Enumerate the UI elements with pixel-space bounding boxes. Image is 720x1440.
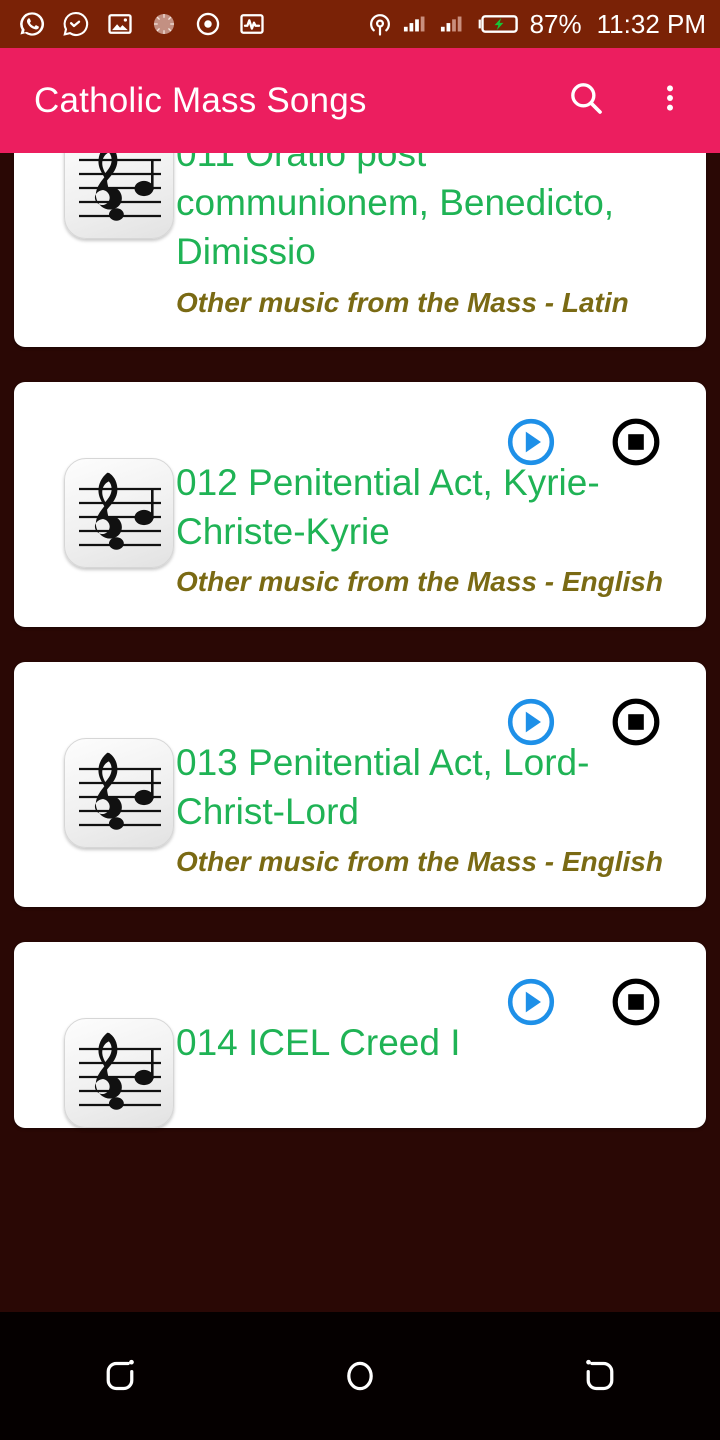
song-subtitle: Other music from the Mass - Latin [176,286,629,318]
status-bar-system-icons: 87% 11:32 PM [366,9,706,40]
recents-button[interactable] [555,1341,645,1411]
page-title: Catholic Mass Songs [34,80,367,120]
list-item[interactable]: 014 ICEL Creed I [14,941,706,1128]
list-item[interactable]: 012 Penitential Act, Kyrie-Christe-Kyrie… [14,382,706,627]
play-button[interactable] [505,696,557,748]
back-icon [97,1351,143,1401]
phone-screen: 87% 11:32 PM Catholic Mass Songs 011 Ora… [0,0,720,1440]
list-item[interactable]: 013 Penitential Act, Lord-Christ-Lord Ot… [14,661,706,907]
song-subtitle: Other music from the Mass - English [176,566,663,598]
status-bar-notification-icons [18,10,266,38]
song-list[interactable]: 011 Oratio post communionem, Benedicto, … [0,153,720,1225]
hotspot-icon [366,10,394,38]
sun-icon [150,10,178,38]
messenger-icon [62,10,90,38]
overflow-menu-button[interactable] [642,73,698,129]
image-icon [106,10,134,38]
playback-controls [505,976,662,1028]
signal-sim1-icon [403,10,431,38]
status-bar-clock: 11:32 PM [596,8,706,39]
status-bar: 87% 11:32 PM [0,0,720,48]
list-item[interactable]: 011 Oratio post communionem, Benedicto, … [14,153,706,347]
playback-controls [505,416,662,468]
music-note-icon [64,458,174,568]
back-button[interactable] [75,1341,165,1411]
home-button[interactable] [315,1341,405,1411]
stop-button[interactable] [610,696,662,748]
record-icon [194,10,222,38]
music-note-icon [64,1017,174,1128]
song-subtitle: Other music from the Mass - English [176,846,663,878]
home-icon [337,1351,383,1401]
android-navigation-bar [0,1312,720,1440]
signal-sim2-icon [440,10,468,38]
music-note-icon [64,153,174,239]
play-button[interactable] [505,416,557,468]
battery-charging-icon [477,10,521,38]
search-button[interactable] [558,73,614,129]
song-title: 013 Penitential Act, Lord-Christ-Lord [176,741,590,832]
pulse-icon [238,10,266,38]
app-bar-actions [558,73,698,129]
recents-icon [577,1351,623,1401]
whatsapp-icon [18,10,46,38]
song-title: 012 Penitential Act, Kyrie-Christe-Kyrie [176,462,600,553]
playback-controls [505,696,662,748]
stop-button[interactable] [610,976,662,1028]
stop-button[interactable] [610,416,662,468]
play-button[interactable] [505,976,557,1028]
app-bar: Catholic Mass Songs [0,48,720,153]
music-note-icon [64,737,174,848]
battery-percent-label: 87% [529,8,582,39]
overflow-menu-icon [653,78,687,123]
song-title: 011 Oratio post communionem, Benedicto, … [176,153,615,273]
search-icon [566,78,606,123]
